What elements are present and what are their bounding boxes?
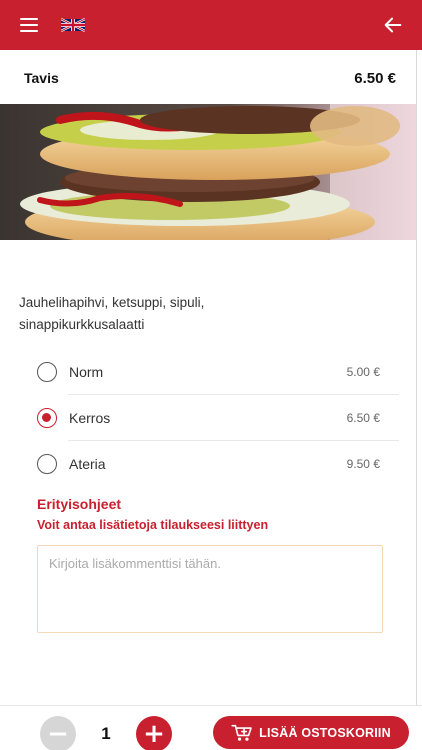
content-border: [416, 50, 417, 705]
option-price: 9.50 €: [346, 457, 380, 471]
top-bar: [0, 0, 422, 50]
radio-button-selected[interactable]: [37, 408, 57, 428]
uk-flag-icon[interactable]: [61, 18, 85, 32]
increase-quantity-button[interactable]: +: [136, 716, 172, 750]
minus-icon: −: [47, 719, 69, 749]
radio-button[interactable]: [37, 362, 57, 382]
product-description: Jauhelihapihvi, ketsuppi, sipuli, sinapp…: [19, 295, 205, 332]
special-instructions-subtitle: Voit antaa lisätietoja tilaukseesi liitt…: [37, 518, 269, 532]
cart-plus-icon: [231, 724, 252, 741]
radio-button[interactable]: [37, 454, 57, 474]
hamburger-menu-icon[interactable]: [20, 18, 38, 32]
bottom-bar: − 1 + LISÄÄ OSTOSKORIIN: [0, 705, 422, 750]
option-label: Norm: [69, 364, 104, 380]
burger-photo: [0, 104, 416, 240]
product-name: Tavis: [24, 70, 59, 86]
quantity-value: 1: [101, 724, 111, 743]
option-label: Kerros: [69, 410, 111, 426]
arrow-left-icon[interactable]: [382, 14, 404, 36]
option-label: Ateria: [69, 456, 106, 472]
product-price: 6.50 €: [354, 69, 396, 87]
product-header: Tavis 6.50 €: [24, 68, 396, 88]
special-instructions-title: Erityisohjeet: [37, 496, 122, 512]
decrease-quantity-button[interactable]: −: [40, 716, 76, 750]
add-to-cart-label: LISÄÄ OSTOSKORIIN: [259, 725, 391, 740]
option-kerros[interactable]: Kerros 6.50 €: [37, 395, 399, 441]
option-price: 5.00 €: [346, 365, 380, 379]
option-norm[interactable]: Norm 5.00 €: [37, 349, 399, 395]
add-to-cart-button[interactable]: LISÄÄ OSTOSKORIIN: [213, 716, 409, 749]
plus-icon: +: [143, 719, 165, 749]
option-price: 6.50 €: [346, 411, 380, 425]
comment-input[interactable]: [37, 545, 383, 633]
option-ateria[interactable]: Ateria 9.50 €: [37, 441, 399, 487]
